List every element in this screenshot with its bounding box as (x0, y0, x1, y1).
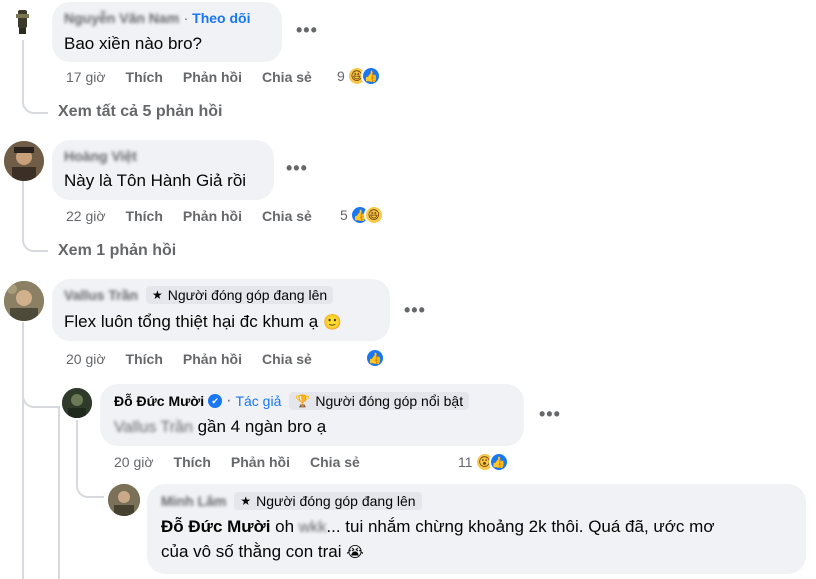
share-button[interactable]: Chia sẻ (262, 208, 312, 224)
like-button[interactable]: Thích (126, 208, 163, 224)
comment-time[interactable]: 20 giờ (66, 351, 106, 367)
like-button[interactable]: Thích (126, 69, 163, 85)
reply-button[interactable]: Phản hồi (183, 69, 242, 85)
thread-line (58, 408, 60, 579)
thread-curve (22, 390, 60, 408)
contributor-badge[interactable]: ★ Người đóng góp đang lên (234, 492, 422, 510)
more-options-button[interactable]: ••• (539, 404, 561, 425)
avatar[interactable] (108, 484, 140, 516)
reply-button[interactable]: Phản hồi (183, 351, 242, 367)
view-replies-link[interactable]: Xem tất cả 5 phản hồi (58, 103, 222, 121)
thread-curve (22, 234, 48, 252)
reply-button[interactable]: Phản hồi (231, 454, 290, 470)
share-button[interactable]: Chia sẻ (262, 351, 312, 367)
reply-text: gần 4 ngàn bro ạ (197, 417, 327, 436)
emoji: 😭 (346, 544, 364, 561)
star-icon: ★ (151, 288, 163, 302)
comment-author[interactable]: Nguyễn Văn Nam (64, 10, 179, 26)
comment-bubble: Vallus Trần ★ Người đóng góp đang lên Fle… (52, 279, 390, 341)
comment-bubble: Nguyễn Văn Nam · Theo dõi Bao xiền nào b… (52, 2, 282, 62)
like-button[interactable]: Thích (174, 454, 211, 470)
like-icon: 👍 (365, 348, 385, 368)
reply-bubble: Đỗ Đức Mười ✔ · Tác giả 🏆 Người đóng góp … (100, 384, 524, 446)
thread-curve (76, 476, 104, 498)
thread-line (22, 34, 24, 100)
comment-text: Này là Tôn Hành Giả rồi (64, 171, 247, 190)
author-tag: Tác giả (235, 393, 282, 409)
mention-link[interactable]: Vallus Trần (114, 419, 193, 437)
reply-author[interactable]: Minh Lâm (161, 493, 226, 509)
reaction-summary[interactable]: 5 👍 😆 (340, 205, 384, 225)
like-icon: 👍 (360, 66, 381, 86)
thread-line (76, 420, 78, 480)
comment-actions: 22 giờ Thích Phản hồi Chia sẻ (66, 208, 332, 224)
like-icon: 👍 (488, 452, 509, 472)
comment-actions: 20 giờ Thích Phản hồi Chia sẻ (66, 351, 332, 367)
emoji: 🙂 (322, 314, 342, 331)
comment-text: Bao xiền nào bro? (64, 34, 202, 53)
reply-text-line-2: của vô số thằng con trai (161, 542, 342, 561)
thread-line (22, 322, 24, 579)
more-options-button[interactable]: ••• (404, 300, 426, 321)
comment-author[interactable]: Hoàng Việt (64, 148, 137, 164)
reaction-summary[interactable]: 11 😮 👍 (458, 452, 509, 472)
comment-text: Flex luôn tổng thiệt hại đc khum ạ (64, 312, 319, 331)
view-replies-link[interactable]: Xem 1 phản hồi (58, 242, 176, 260)
avatar[interactable] (4, 141, 44, 181)
avatar[interactable] (4, 281, 44, 321)
reaction-summary[interactable]: 9 😆 👍 (337, 66, 381, 86)
contributor-badge[interactable]: ★ Người đóng góp đang lên (145, 286, 334, 304)
reply-actions: 20 giờ Thích Phản hồi Chia sẻ (114, 454, 380, 470)
haha-icon: 😆 (363, 205, 384, 225)
avatar[interactable] (4, 4, 40, 40)
like-button[interactable]: Thích (126, 351, 163, 367)
reaction-count: 9 (337, 68, 345, 84)
comment-time[interactable]: 17 giờ (66, 69, 106, 85)
follow-link[interactable]: Theo dõi (192, 10, 250, 26)
reply-time[interactable]: 20 giờ (114, 454, 154, 470)
share-button[interactable]: Chia sẻ (262, 69, 312, 85)
comment-bubble: Hoàng Việt Này là Tôn Hành Giả rồi (52, 140, 274, 200)
comment-author[interactable]: Vallus Trần (64, 287, 138, 303)
top-contributor-badge[interactable]: 🏆 Người đóng góp nổi bật (289, 392, 470, 410)
reaction-count: 5 (340, 207, 348, 223)
more-options-button[interactable]: ••• (286, 158, 308, 179)
hidden-word: wkk (298, 519, 327, 536)
comment-actions: 17 giờ Thích Phản hồi Chia sẻ (66, 69, 332, 85)
thread-curve (22, 96, 48, 114)
more-options-button[interactable]: ••• (296, 20, 318, 41)
star-icon: ★ (240, 494, 252, 508)
mention-link[interactable]: Đỗ Đức Mười (161, 517, 270, 536)
reply-bubble: Minh Lâm ★ Người đóng góp đang lên Đỗ Đức… (147, 484, 806, 574)
share-button[interactable]: Chia sẻ (310, 454, 360, 470)
comment-time[interactable]: 22 giờ (66, 208, 106, 224)
avatar[interactable] (62, 388, 92, 418)
reply-button[interactable]: Phản hồi (183, 208, 242, 224)
trophy-icon: 🏆 (295, 394, 311, 408)
reply-author[interactable]: Đỗ Đức Mười (114, 393, 204, 409)
thread-line (22, 180, 24, 238)
reaction-summary[interactable]: 👍 (365, 348, 385, 368)
verified-icon: ✔ (208, 394, 223, 408)
reaction-count: 11 (458, 454, 473, 470)
